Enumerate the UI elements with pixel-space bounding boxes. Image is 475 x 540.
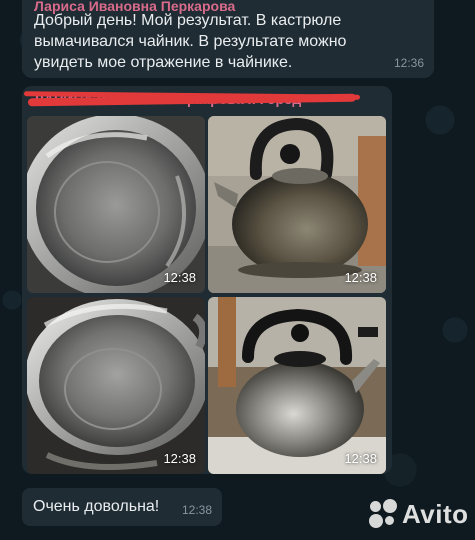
photo-time: 12:38 (163, 451, 196, 466)
message-time: 12:36 (393, 56, 424, 70)
photo-time: 12:38 (344, 270, 377, 285)
avito-wordmark: Avito (402, 498, 469, 529)
photo-kettle-before[interactable]: 12:38 (208, 116, 386, 293)
message-text: Добрый день! Мой результат. В кастрюле в… (34, 12, 347, 71)
message-time: 12:38 (181, 503, 212, 517)
message-bubble-3[interactable]: Очень довольна! 12:38 (22, 488, 222, 526)
avito-watermark: Avito (368, 498, 469, 530)
photo-pot-interior-after[interactable]: 12:38 (27, 297, 205, 474)
photo-time: 12:38 (344, 451, 377, 466)
photo-pot-interior[interactable]: 12:38 (27, 116, 205, 293)
pot-photo-image (27, 116, 205, 293)
message-bubble-1[interactable]: Лариса Ивановна Перкарова Добрый день! М… (22, 0, 434, 78)
pot-photo-image (27, 297, 205, 474)
message-text: Очень довольна! (33, 498, 160, 515)
avito-dots-icon (368, 499, 398, 529)
kettle-photo-image (208, 297, 386, 474)
photo-kettle-after[interactable]: 12:38 (208, 297, 386, 474)
photo-time: 12:38 (163, 270, 196, 285)
photo-album-bubble[interactable]: ЛАРИСА Ивановна Перкарова г. Город (22, 86, 392, 474)
kettle-photo-image (208, 116, 386, 293)
